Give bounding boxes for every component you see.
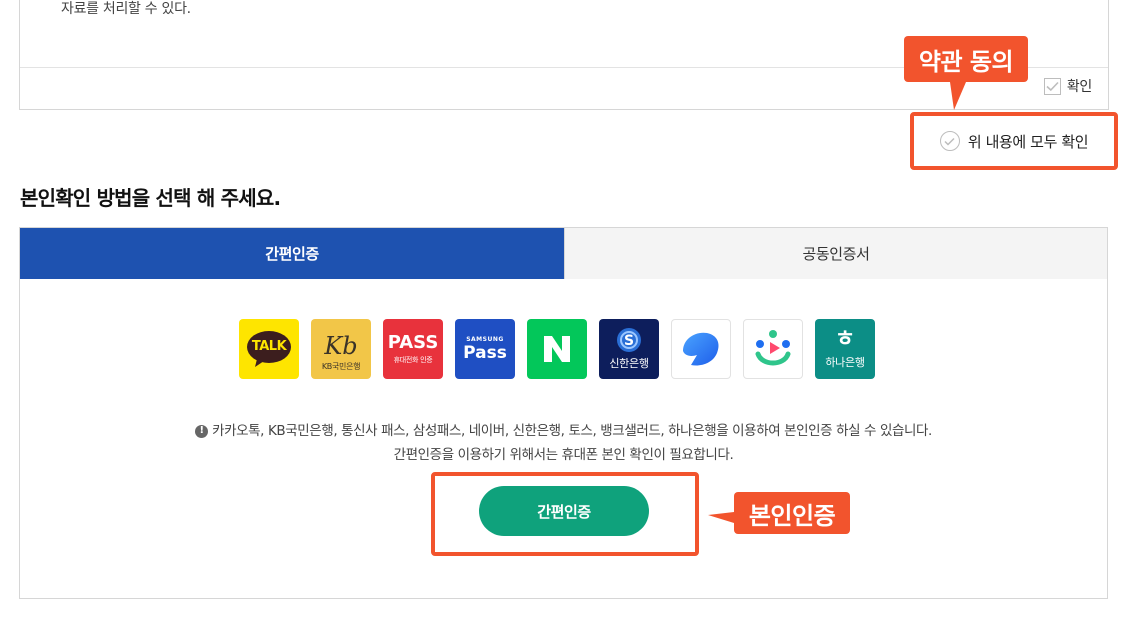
- terms-text: 자료를 처리할 수 있다.: [61, 1, 191, 17]
- annotation-agree-all-box: [910, 112, 1118, 170]
- hana-bank-icon: ㅎ: [834, 327, 856, 352]
- svg-text:S: S: [624, 333, 634, 349]
- provider-banksalad[interactable]: [743, 319, 803, 379]
- provider-list: TALK Kb KB국민은행 PASS 휴대전화 인증 SAMSUNG Pass: [239, 319, 875, 379]
- tab-simple-auth[interactable]: 간편인증: [20, 228, 564, 279]
- provider-hana[interactable]: ㅎ 하나은행: [815, 319, 875, 379]
- kakao-talk-text: TALK: [251, 339, 287, 354]
- toss-icon: [683, 332, 719, 366]
- auth-tabs: 간편인증 공동인증서: [19, 227, 1108, 280]
- info-icon: !: [195, 424, 209, 438]
- provider-kb[interactable]: Kb KB국민은행: [311, 319, 371, 379]
- shinhan-bank-label: 신한은행: [609, 357, 649, 370]
- naver-icon: [544, 336, 570, 362]
- annotation-verify-tag: 본인인증: [708, 492, 850, 534]
- provider-pass[interactable]: PASS 휴대전화 인증: [383, 319, 443, 379]
- banksalad-icon: [755, 330, 791, 366]
- info-text: ! 카카오톡, KB국민은행, 통신사 패스, 삼성패스, 네이버, 신한은행,…: [20, 419, 1107, 467]
- pass-label: 휴대전화 인증: [393, 356, 433, 364]
- page-title: 본인확인 방법을 선택 해 주세요.: [20, 186, 281, 210]
- hana-bank-label: 하나은행: [825, 356, 865, 369]
- provider-naver[interactable]: [527, 319, 587, 379]
- kb-bank-icon: Kb: [324, 331, 358, 360]
- info-line-2: 간편인증을 이용하기 위해서는 휴대폰 본인 확인이 필요합니다.: [393, 447, 734, 463]
- tab-certificate[interactable]: 공동인증서: [564, 228, 1107, 279]
- provider-kakaotalk[interactable]: TALK: [239, 319, 299, 379]
- checkbox-icon[interactable]: [1043, 77, 1061, 95]
- provider-samsung-pass[interactable]: SAMSUNG Pass: [455, 319, 515, 379]
- pass-icon: PASS: [387, 332, 439, 353]
- annotation-terms-tag: 약관 동의: [904, 36, 1028, 110]
- terms-confirm-checkbox[interactable]: 확인: [1043, 76, 1092, 96]
- shinhan-bank-icon: S: [617, 328, 641, 352]
- annotation-verify-box: [431, 472, 699, 556]
- samsung-pass-icon: Pass: [463, 342, 507, 363]
- provider-toss[interactable]: [671, 319, 731, 379]
- provider-shinhan[interactable]: S 신한은행: [599, 319, 659, 379]
- kb-bank-label: KB국민은행: [321, 361, 361, 371]
- terms-confirm-label: 확인: [1066, 79, 1092, 95]
- samsung-pass-brand: SAMSUNG: [466, 335, 504, 343]
- info-line-1: 카카오톡, KB국민은행, 통신사 패스, 삼성패스, 네이버, 신한은행, 토…: [212, 423, 932, 439]
